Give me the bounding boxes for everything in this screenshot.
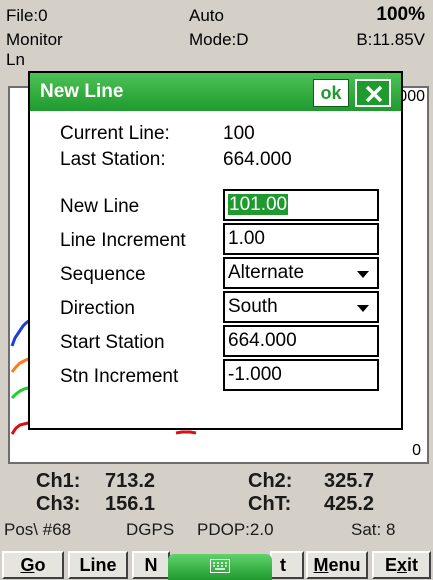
chevron-down-icon xyxy=(357,271,369,278)
ch2-label: Ch2: xyxy=(248,470,293,492)
file-indicator: File:0 xyxy=(6,6,48,25)
new-line-value: 101.00 xyxy=(228,194,289,215)
sequence-label: Sequence xyxy=(60,264,146,285)
last-station-value: 664.000 xyxy=(223,149,292,170)
sequence-select[interactable]: Alternate xyxy=(223,257,379,289)
fourth-button[interactable]: t xyxy=(270,551,304,579)
exit-b: it xyxy=(407,555,419,575)
mode-indicator: Mode:D xyxy=(189,30,249,49)
position-count: Pos\ #68 xyxy=(4,520,72,539)
battery-percent: 100% xyxy=(376,4,425,25)
ch1-label: Ch1: xyxy=(36,470,81,492)
menu-underlined: M xyxy=(313,555,329,575)
current-line-value: 100 xyxy=(223,123,255,144)
stn-increment-input[interactable]: -1.000 xyxy=(223,359,379,391)
third-button[interactable]: N xyxy=(132,551,170,579)
channel-readouts: Ch1: 713.2 Ch2: 325.7 Ch3: 156.1 ChT: 42… xyxy=(0,468,433,550)
battery-voltage: B:11.85V xyxy=(356,30,425,49)
stn-increment-label: Stn Increment xyxy=(60,366,179,387)
direction-label: Direction xyxy=(60,298,135,319)
menu-rest: enu xyxy=(328,555,361,575)
last-station-label: Last Station: xyxy=(60,149,166,170)
line-increment-label: Line Increment xyxy=(60,230,186,251)
start-station-input[interactable]: 664.000 xyxy=(223,325,379,357)
line-indicator: Ln xyxy=(6,50,25,69)
go-button[interactable]: Go xyxy=(2,551,64,579)
keyboard-toggle[interactable] xyxy=(168,554,272,580)
line-increment-input[interactable]: 1.00 xyxy=(223,223,379,255)
start-station-label: Start Station xyxy=(60,332,165,353)
line-button[interactable]: Line xyxy=(68,551,128,579)
status-bar: File:0 Auto 100% Monitor Mode:D B:11.85V… xyxy=(0,0,433,69)
plot-bottom-value: 0 xyxy=(412,442,421,459)
go-underlined: G xyxy=(20,555,35,575)
new-line-input[interactable]: 101.00 xyxy=(223,189,379,221)
exit-underlined: x xyxy=(397,555,408,575)
direction-select[interactable]: South xyxy=(223,291,379,323)
auto-indicator: Auto xyxy=(189,6,224,25)
sequence-value: Alternate xyxy=(228,262,305,283)
close-icon xyxy=(365,85,383,103)
satellite-count: Sat: 8 xyxy=(351,520,396,539)
cht-value: 425.2 xyxy=(324,493,375,515)
keyboard-icon xyxy=(210,559,230,573)
close-button[interactable] xyxy=(355,79,391,107)
trace-red-tail xyxy=(175,430,197,435)
cht-label: ChT: xyxy=(248,493,292,515)
exit-a: E xyxy=(384,555,397,575)
current-line-label: Current Line: xyxy=(60,123,170,144)
menu-button[interactable]: Menu xyxy=(306,551,368,579)
chevron-down-icon xyxy=(357,305,369,312)
go-rest: o xyxy=(34,555,46,575)
ch3-value: 156.1 xyxy=(105,493,156,515)
monitor-indicator: Monitor xyxy=(6,30,63,49)
ch1-value: 713.2 xyxy=(105,470,156,492)
direction-value: South xyxy=(228,296,278,317)
exit-button[interactable]: Exit xyxy=(372,551,431,579)
ok-button[interactable]: ok xyxy=(313,79,349,107)
ch2-value: 325.7 xyxy=(324,470,375,492)
gps-mode: DGPS xyxy=(126,520,175,539)
new-line-label: New Line xyxy=(60,196,140,217)
ch3-label: Ch3: xyxy=(36,493,81,515)
new-line-dialog: New Line ok Current Line: 100 Last Stati… xyxy=(28,71,403,430)
pdop-value: PDOP:2.0 xyxy=(197,520,274,539)
